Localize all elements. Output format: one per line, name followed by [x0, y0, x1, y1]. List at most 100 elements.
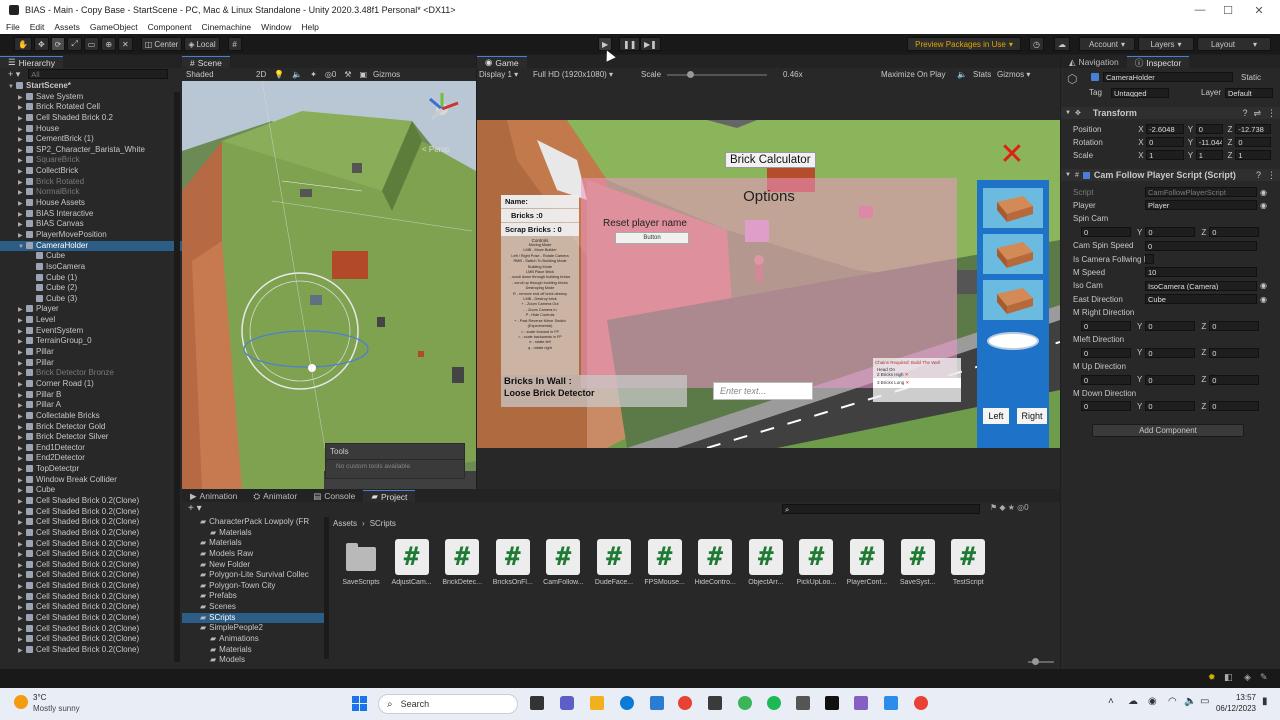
menu-window[interactable]: Window: [261, 22, 291, 32]
windows-start-icon[interactable]: [352, 696, 368, 712]
app-green-icon[interactable]: [738, 696, 752, 710]
hierarchy-item[interactable]: ▶ Corner Road (1): [0, 379, 182, 390]
csharp-script-icon[interactable]: #: [850, 539, 884, 575]
tab-animation[interactable]: ▶ Animation: [182, 490, 245, 502]
project-folder-item[interactable]: ▰ SimplePeople2: [182, 623, 328, 634]
tab-navigation[interactable]: ◭ Navigation: [1061, 56, 1127, 68]
project-filter-icons[interactable]: ⚑ ◆ ★ ◎0: [990, 503, 1029, 512]
menu-help[interactable]: Help: [301, 22, 318, 32]
account-dropdown[interactable]: Account ▾: [1079, 37, 1135, 51]
hierarchy-item[interactable]: ▶ Cell Shaded Brick 0.2(Clone): [0, 634, 182, 645]
tab-project[interactable]: ▰ Project: [363, 490, 416, 502]
transform-tool-icon[interactable]: ⊕: [101, 37, 117, 51]
hierarchy-item[interactable]: Cube (3): [0, 294, 182, 305]
hierarchy-item[interactable]: ▶ Brick Rotated: [0, 177, 182, 188]
edge-icon[interactable]: [620, 696, 634, 710]
project-folder-item[interactable]: ▰ Materials: [182, 538, 328, 549]
snap-grid-icon[interactable]: #: [227, 37, 242, 51]
project-folder-item[interactable]: ▰ Animations: [182, 634, 328, 645]
csharp-script-icon[interactable]: #: [495, 539, 530, 575]
project-folder-item[interactable]: ▰ Prefabs: [182, 591, 328, 602]
hierarchy-item[interactable]: ▶ Collectable Bricks: [0, 411, 182, 422]
vector-y-field[interactable]: 0: [1145, 374, 1196, 385]
hierarchy-item[interactable]: ▶ End2Detector: [0, 453, 182, 464]
hierarchy-item[interactable]: ▶ Cell Shaded Brick 0.2(Clone): [0, 528, 182, 539]
brick-slot-3[interactable]: [983, 280, 1043, 320]
maximize-on-play-toggle[interactable]: Maximize On Play: [881, 70, 945, 79]
tray-app-icon[interactable]: ◉: [1148, 696, 1157, 707]
hierarchy-item[interactable]: ▶ Brick Detector Silver: [0, 432, 182, 443]
add-component-button[interactable]: Add Component: [1092, 424, 1244, 437]
brick-slot-1[interactable]: [983, 188, 1043, 228]
position-y-field[interactable]: 0: [1195, 124, 1224, 134]
number-field[interactable]: 10: [1145, 267, 1257, 278]
hierarchy-item[interactable]: Cube (2): [0, 283, 182, 294]
scale-slider-handle[interactable]: [687, 70, 695, 78]
vector-x-field[interactable]: 0: [1081, 347, 1131, 358]
menu-file[interactable]: File: [6, 22, 20, 32]
csharp-script-icon[interactable]: #: [647, 539, 682, 575]
hidden-objects-icon[interactable]: ◎0: [325, 70, 336, 79]
clock-time[interactable]: 13:57: [1226, 693, 1256, 702]
maximize-button[interactable]: ☐: [1213, 0, 1243, 20]
scale-y-field[interactable]: 1: [1195, 150, 1224, 160]
tray-chevron-icon[interactable]: ˄: [1108, 696, 1114, 707]
battery-icon[interactable]: ▭: [1200, 696, 1209, 707]
right-button[interactable]: Right: [1017, 408, 1047, 424]
csharp-script-icon[interactable]: #: [445, 539, 480, 575]
component-enabled-checkbox[interactable]: [1082, 171, 1090, 179]
hierarchy-item[interactable]: ▶ Cell Shaded Brick 0.2(Clone): [0, 645, 182, 656]
scale-z-field[interactable]: 1: [1235, 150, 1271, 160]
asset-label[interactable]: TestScript: [943, 579, 993, 586]
pause-button[interactable]: ❚❚: [619, 37, 641, 51]
object-name-field[interactable]: CameraHolder: [1103, 72, 1233, 82]
hierarchy-item[interactable]: ▶ BIAS Interactive: [0, 209, 182, 220]
menu-cinemachine[interactable]: Cinemachine: [202, 22, 252, 32]
tab-game[interactable]: ◉ Game: [477, 56, 527, 68]
static-toggle[interactable]: Static: [1241, 73, 1261, 82]
project-folder-item[interactable]: ▰ CharacterPack Lowpoly (FR: [182, 517, 328, 528]
vector-x-field[interactable]: 0: [1081, 401, 1131, 412]
hierarchy-item[interactable]: ▶ NormalBrick: [0, 187, 182, 198]
enter-text-input[interactable]: Enter text...: [713, 382, 813, 400]
csharp-script-icon[interactable]: #: [698, 539, 733, 575]
hierarchy-item[interactable]: ▶ Cell Shaded Brick 0.2(Clone): [0, 592, 182, 603]
toggle-2d-button[interactable]: 2D: [256, 70, 266, 79]
hierarchy-item[interactable]: Cube: [0, 251, 182, 262]
teams-icon[interactable]: [560, 696, 574, 710]
hierarchy-item[interactable]: ▶ SP2_Character_Barista_White: [0, 145, 182, 156]
layout-dropdown[interactable]: Layout ▾: [1197, 37, 1271, 51]
add-asset-icon[interactable]: + ▾: [188, 503, 202, 514]
tag-dropdown[interactable]: Untagged: [1111, 88, 1169, 98]
light-icon[interactable]: 💡: [274, 70, 284, 79]
object-picker-icon[interactable]: ◉: [1260, 281, 1267, 290]
toggle-checkbox[interactable]: [1145, 254, 1154, 264]
asset-label[interactable]: BrickDetec...: [437, 579, 487, 586]
hierarchy-item[interactable]: ▶ Brick Detector Gold: [0, 422, 182, 433]
hierarchy-item[interactable]: ▶ Cell Shaded Brick 0.2: [0, 113, 182, 124]
hierarchy-item[interactable]: ▶ House: [0, 124, 182, 135]
file-explorer-icon[interactable]: [590, 696, 604, 710]
hierarchy-item[interactable]: ▶ Cell Shaded Brick 0.2(Clone): [0, 560, 182, 571]
task-view-icon[interactable]: [530, 696, 544, 710]
vector-y-field[interactable]: 0: [1145, 321, 1196, 331]
store-icon[interactable]: [650, 696, 664, 710]
wifi-icon[interactable]: ◠: [1168, 696, 1177, 707]
csharp-script-icon[interactable]: #: [900, 539, 935, 575]
project-tree-scrollbar[interactable]: [324, 517, 329, 659]
hierarchy-item[interactable]: ▶ Cell Shaded Brick 0.2(Clone): [0, 517, 182, 528]
move-tool-icon[interactable]: ✥: [33, 37, 49, 51]
progress-icon[interactable]: ◧: [1224, 672, 1233, 683]
minimize-button[interactable]: —: [1185, 0, 1215, 20]
close-button[interactable]: ✕: [1244, 0, 1274, 20]
persp-label[interactable]: < Persp: [422, 145, 450, 154]
object-reference-field[interactable]: Cube: [1145, 294, 1257, 305]
project-folder-item[interactable]: ▰ Scenes: [182, 602, 328, 613]
stats-button[interactable]: Stats: [973, 70, 991, 79]
asset-label[interactable]: HideContro...: [690, 579, 740, 586]
chrome-icon[interactable]: [678, 696, 692, 710]
rotation-y-field[interactable]: -11.044: [1195, 137, 1224, 147]
audio-icon[interactable]: 🔈: [292, 70, 302, 79]
asset-label[interactable]: CamFollow...: [538, 579, 588, 586]
help-icon[interactable]: ?: [1242, 108, 1247, 118]
